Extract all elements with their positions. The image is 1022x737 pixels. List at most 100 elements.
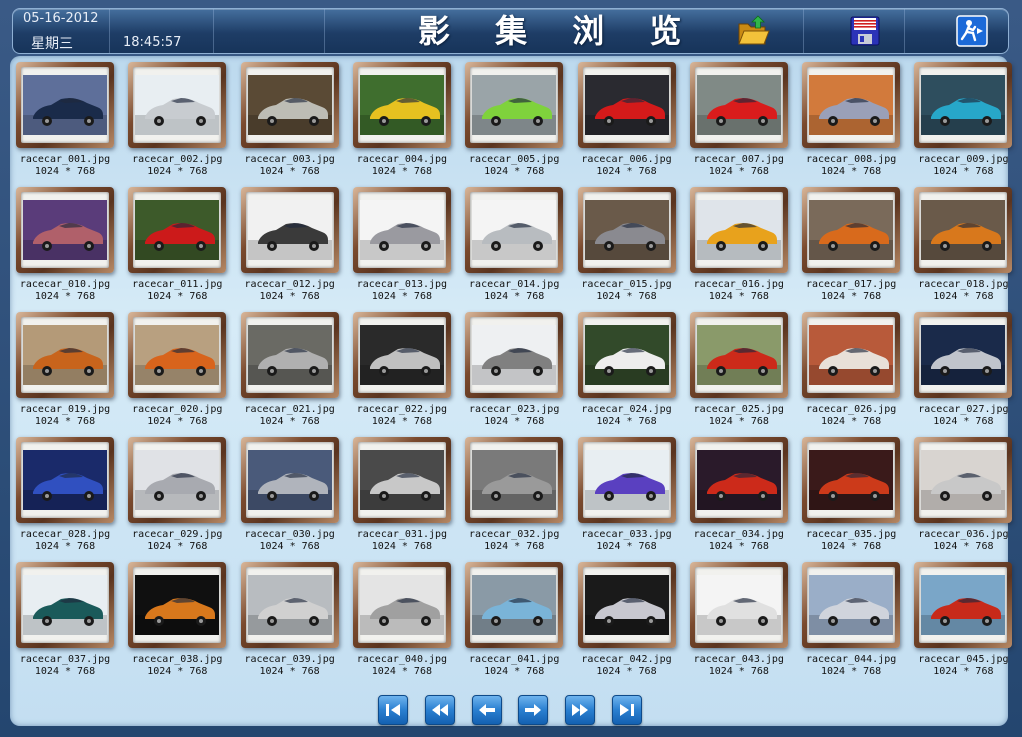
- photo-thumbnail[interactable]: racecar_005.jpg 1024 * 768: [465, 62, 564, 177]
- photo-thumbnail[interactable]: racecar_034.jpg 1024 * 768: [689, 437, 788, 552]
- image-dimensions: 1024 * 768: [259, 166, 320, 177]
- picture-mat: [582, 442, 671, 518]
- file-name: racecar_034.jpg: [693, 529, 784, 540]
- picture-mat: [694, 67, 783, 143]
- picture-mat: [807, 192, 896, 268]
- photo-thumbnail[interactable]: racecar_028.jpg 1024 * 768: [16, 437, 114, 552]
- photo-thumbnail[interactable]: racecar_003.jpg 1024 * 768: [240, 62, 339, 177]
- car-image-icon: [584, 325, 669, 385]
- picture-frame: [802, 562, 901, 648]
- photo-thumbnail[interactable]: racecar_042.jpg 1024 * 768: [577, 562, 676, 677]
- exit-button[interactable]: [954, 13, 990, 49]
- photo-thumbnail[interactable]: racecar_025.jpg 1024 * 768: [689, 312, 788, 427]
- picture-frame: [16, 62, 114, 148]
- next-page-button[interactable]: [518, 695, 548, 725]
- photo-thumbnail[interactable]: racecar_038.jpg 1024 * 768: [128, 562, 227, 677]
- first-page-button[interactable]: [378, 695, 408, 725]
- open-folder-button[interactable]: [735, 13, 771, 49]
- car-photo: [921, 200, 1006, 260]
- photo-thumbnail[interactable]: racecar_006.jpg 1024 * 768: [577, 62, 676, 177]
- car-image-icon: [696, 200, 781, 260]
- car-image-icon: [584, 200, 669, 260]
- file-name: racecar_042.jpg: [581, 654, 672, 665]
- image-dimensions: 1024 * 768: [34, 666, 96, 677]
- picture-frame: [352, 187, 451, 273]
- photo-thumbnail[interactable]: racecar_026.jpg 1024 * 768: [802, 312, 901, 427]
- photo-thumbnail[interactable]: racecar_001.jpg 1024 * 768: [16, 62, 114, 177]
- photo-thumbnail[interactable]: racecar_002.jpg 1024 * 768: [128, 62, 227, 177]
- photo-thumbnail[interactable]: racecar_040.jpg 1024 * 768: [352, 562, 451, 677]
- photo-thumbnail[interactable]: racecar_022.jpg 1024 * 768: [352, 312, 451, 427]
- photo-thumbnail[interactable]: racecar_024.jpg 1024 * 768: [577, 312, 676, 427]
- car-image-icon: [247, 325, 332, 385]
- car-image-icon: [696, 575, 781, 635]
- photo-thumbnail[interactable]: racecar_033.jpg 1024 * 768: [577, 437, 676, 552]
- image-dimensions: 1024 * 768: [820, 666, 882, 677]
- photo-thumbnail[interactable]: racecar_043.jpg 1024 * 768: [689, 562, 788, 677]
- photo-thumbnail[interactable]: racecar_009.jpg 1024 * 768: [914, 62, 1013, 177]
- photo-thumbnail[interactable]: racecar_011.jpg 1024 * 768: [128, 187, 227, 302]
- file-name: racecar_030.jpg: [244, 529, 335, 540]
- photo-thumbnail[interactable]: racecar_023.jpg 1024 * 768: [465, 312, 564, 427]
- photo-thumbnail[interactable]: racecar_010.jpg 1024 * 768: [16, 187, 114, 302]
- photo-thumbnail[interactable]: racecar_044.jpg 1024 * 768: [802, 562, 901, 677]
- spacer-cell: [214, 9, 325, 53]
- car-photo: [696, 450, 781, 510]
- file-name: racecar_011.jpg: [132, 279, 223, 290]
- picture-frame: [914, 62, 1013, 148]
- image-dimensions: 1024 * 768: [484, 166, 545, 177]
- photo-thumbnail[interactable]: racecar_007.jpg 1024 * 768: [689, 62, 788, 177]
- car-photo: [584, 200, 669, 260]
- photo-thumbnail[interactable]: racecar_019.jpg 1024 * 768: [16, 312, 114, 427]
- photo-thumbnail[interactable]: racecar_021.jpg 1024 * 768: [240, 312, 339, 427]
- picture-mat: [582, 567, 671, 643]
- car-photo: [696, 325, 781, 385]
- photo-thumbnail[interactable]: racecar_039.jpg 1024 * 768: [240, 562, 339, 677]
- picture-frame: [802, 437, 901, 523]
- photo-thumbnail[interactable]: racecar_016.jpg 1024 * 768: [689, 187, 788, 302]
- last-page-button[interactable]: [612, 695, 642, 725]
- picture-mat: [133, 192, 222, 268]
- previous-block-button[interactable]: [425, 695, 455, 725]
- photo-thumbnail[interactable]: racecar_015.jpg 1024 * 768: [577, 187, 676, 302]
- save-button[interactable]: [847, 13, 883, 49]
- photo-thumbnail[interactable]: racecar_036.jpg 1024 * 768: [914, 437, 1013, 552]
- previous-page-button[interactable]: [472, 695, 502, 725]
- photo-thumbnail[interactable]: racecar_045.jpg 1024 * 768: [914, 562, 1013, 677]
- photo-thumbnail[interactable]: racecar_017.jpg 1024 * 768: [802, 187, 901, 302]
- image-dimensions: 1024 * 768: [820, 416, 882, 427]
- photo-thumbnail[interactable]: racecar_035.jpg 1024 * 768: [802, 437, 901, 552]
- car-image-icon: [809, 200, 894, 260]
- image-dimensions: 1024 * 768: [259, 416, 320, 427]
- next-block-button[interactable]: [565, 695, 595, 725]
- car-image-icon: [809, 450, 894, 510]
- picture-frame: [577, 312, 676, 398]
- picture-mat: [694, 442, 783, 518]
- photo-thumbnail[interactable]: racecar_013.jpg 1024 * 768: [352, 187, 451, 302]
- car-image-icon: [23, 200, 107, 260]
- photo-thumbnail[interactable]: racecar_037.jpg 1024 * 768: [16, 562, 114, 677]
- photo-thumbnail[interactable]: racecar_029.jpg 1024 * 768: [128, 437, 227, 552]
- image-dimensions: 1024 * 768: [371, 166, 432, 177]
- photo-thumbnail[interactable]: racecar_027.jpg 1024 * 768: [914, 312, 1013, 427]
- photo-thumbnail[interactable]: racecar_031.jpg 1024 * 768: [352, 437, 451, 552]
- photo-thumbnail[interactable]: racecar_008.jpg 1024 * 768: [802, 62, 901, 177]
- photo-thumbnail[interactable]: racecar_004.jpg 1024 * 768: [352, 62, 451, 177]
- file-name: racecar_008.jpg: [805, 154, 897, 165]
- car-image-icon: [472, 450, 557, 510]
- photo-thumbnail[interactable]: racecar_014.jpg 1024 * 768: [465, 187, 564, 302]
- car-photo: [809, 200, 894, 260]
- car-photo: [135, 200, 220, 260]
- photo-thumbnail[interactable]: racecar_030.jpg 1024 * 768: [240, 437, 339, 552]
- photo-thumbnail[interactable]: racecar_020.jpg 1024 * 768: [128, 312, 227, 427]
- image-dimensions: 1024 * 768: [147, 666, 208, 677]
- picture-frame: [352, 437, 451, 523]
- photo-thumbnail[interactable]: racecar_018.jpg 1024 * 768: [914, 187, 1013, 302]
- photo-thumbnail[interactable]: racecar_012.jpg 1024 * 768: [240, 187, 339, 302]
- image-dimensions: 1024 * 768: [34, 416, 96, 427]
- picture-mat: [582, 67, 671, 143]
- open-folder-icon: [738, 15, 770, 45]
- file-name: racecar_021.jpg: [244, 404, 335, 415]
- photo-thumbnail[interactable]: racecar_032.jpg 1024 * 768: [465, 437, 564, 552]
- photo-thumbnail[interactable]: racecar_041.jpg 1024 * 768: [465, 562, 564, 677]
